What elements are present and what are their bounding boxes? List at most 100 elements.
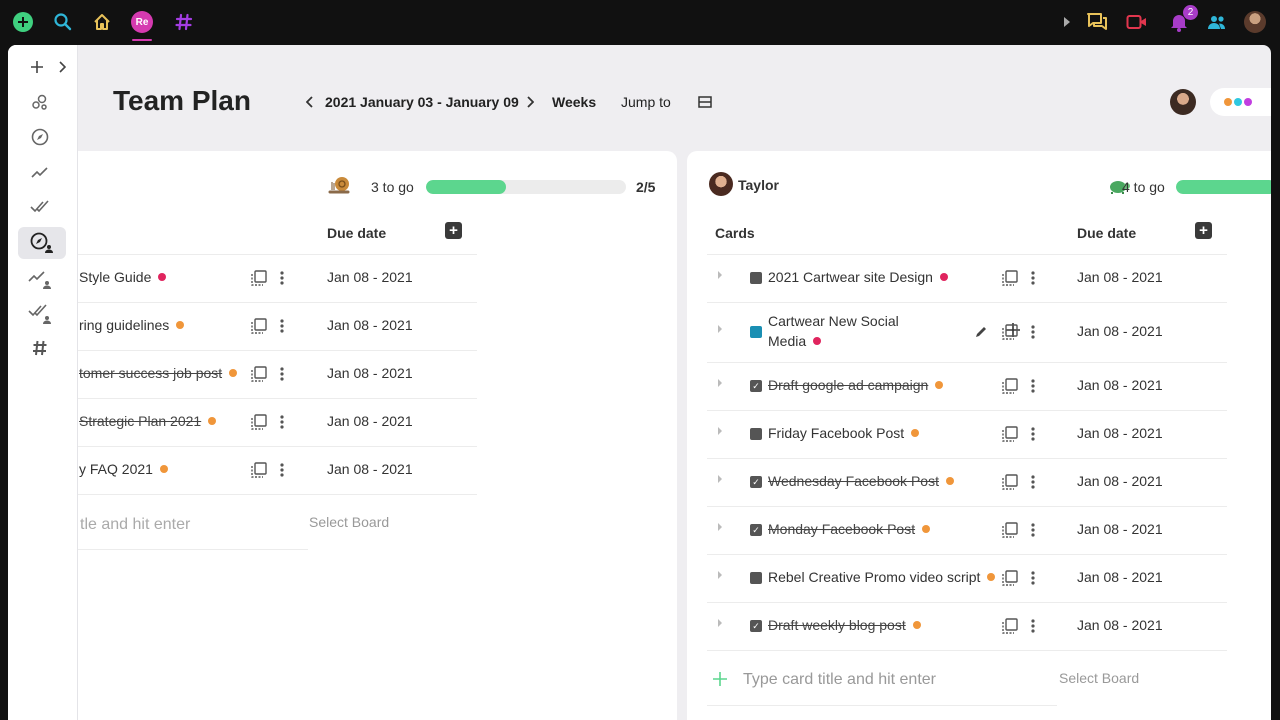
checkbox[interactable] — [750, 572, 762, 584]
select-board-dropdown[interactable]: Select Board — [1059, 670, 1139, 686]
expand-caret-icon[interactable] — [717, 571, 723, 579]
subtasks-icon[interactable] — [250, 365, 268, 383]
due-date[interactable]: Jan 08 - 2021 — [1077, 425, 1163, 441]
table-row[interactable]: Style Guide Jan 08 - 2021 — [58, 255, 477, 303]
add-card-icon[interactable] — [712, 671, 728, 692]
bell-icon[interactable]: 2 — [1166, 5, 1198, 35]
caret-right-icon[interactable] — [1060, 9, 1074, 35]
layout-toggle-icon[interactable] — [698, 95, 712, 111]
subtasks-icon[interactable] — [250, 413, 268, 431]
more-icon[interactable] — [280, 271, 284, 285]
card-title[interactable]: Cartwear New Social Media — [768, 311, 918, 351]
card-title[interactable]: Draft weekly blog post — [768, 617, 921, 633]
table-row[interactable]: Cartwear New Social Media Jan 08 - 2021 — [707, 303, 1227, 363]
expand-caret-icon[interactable] — [717, 523, 723, 531]
user-avatar[interactable] — [1242, 9, 1268, 35]
add-circle-icon[interactable] — [10, 9, 36, 35]
card-title[interactable]: ring guidelines — [79, 317, 185, 333]
card-title-input[interactable]: Type card title and hit enter — [743, 671, 936, 689]
more-icon[interactable] — [280, 463, 284, 477]
card-title[interactable]: Friday Facebook Post — [768, 425, 920, 441]
expand-caret-icon[interactable] — [717, 619, 723, 627]
video-icon[interactable] — [1124, 9, 1150, 35]
view-selector[interactable]: Weeks — [552, 94, 596, 110]
card-title-input[interactable]: tle and hit enter — [80, 516, 190, 534]
double-check-user-icon[interactable] — [22, 300, 58, 328]
more-icon[interactable] — [280, 415, 284, 429]
add-column-button[interactable]: + — [1195, 222, 1212, 239]
card-title[interactable]: Monday Facebook Post — [768, 521, 931, 537]
due-date[interactable]: Jan 08 - 2021 — [327, 317, 413, 333]
chevron-right-icon[interactable] — [50, 53, 74, 81]
checkbox[interactable] — [750, 428, 762, 440]
subtasks-icon[interactable] — [1001, 377, 1019, 395]
due-date[interactable]: Jan 08 - 2021 — [1077, 521, 1163, 537]
checked-checkbox[interactable]: ✓ — [750, 476, 762, 488]
subtasks-icon[interactable] — [1001, 569, 1019, 587]
table-row[interactable]: ✓ Draft weekly blog post Jan 08 - 2021 — [707, 603, 1227, 651]
add-column-button[interactable]: + — [445, 222, 462, 239]
checkbox[interactable] — [750, 272, 762, 284]
checkbox[interactable] — [750, 326, 762, 338]
table-row[interactable]: tomer success job post Jan 08 - 2021 — [58, 351, 477, 399]
more-icon[interactable] — [1031, 379, 1035, 393]
subtasks-icon[interactable] — [1001, 473, 1019, 491]
bubbles-icon[interactable] — [22, 88, 58, 116]
card-title[interactable]: tomer success job post — [79, 365, 238, 381]
more-icon[interactable] — [1031, 571, 1035, 585]
hashtag-icon[interactable] — [22, 334, 58, 362]
plus-icon[interactable] — [24, 53, 50, 81]
subtasks-icon[interactable] — [1001, 617, 1019, 635]
subtasks-icon[interactable] — [250, 269, 268, 287]
table-row[interactable]: Rebel Creative Promo video script Jan 08 … — [707, 555, 1227, 603]
table-row[interactable]: Strategic Plan 2021 Jan 08 - 2021 — [58, 399, 477, 447]
hashtag-icon[interactable] — [171, 9, 197, 35]
people-icon[interactable] — [1204, 9, 1230, 35]
select-board-dropdown[interactable]: Select Board — [309, 514, 389, 530]
due-date[interactable]: Jan 08 - 2021 — [327, 413, 413, 429]
due-date[interactable]: Jan 08 - 2021 — [327, 461, 413, 477]
due-date[interactable]: Jan 08 - 2021 — [1077, 323, 1163, 339]
more-icon[interactable] — [1031, 475, 1035, 489]
trend-icon[interactable] — [22, 158, 58, 186]
expand-caret-icon[interactable] — [717, 475, 723, 483]
subtasks-icon[interactable] — [1001, 425, 1019, 443]
prev-week-icon[interactable] — [305, 95, 314, 111]
table-row[interactable]: ✓ Draft google ad campaign Jan 08 - 2021 — [707, 363, 1227, 411]
expand-caret-icon[interactable] — [717, 271, 723, 279]
card-title[interactable]: Wednesday Facebook Post — [768, 473, 954, 489]
table-row[interactable]: 2021 Cartwear site Design Jan 08 - 2021 — [707, 255, 1227, 303]
expand-caret-icon[interactable] — [717, 325, 723, 333]
due-date[interactable]: Jan 08 - 2021 — [327, 269, 413, 285]
checked-checkbox[interactable]: ✓ — [750, 380, 762, 392]
more-icon[interactable] — [280, 319, 284, 333]
next-week-icon[interactable] — [526, 95, 535, 111]
due-date[interactable]: Jan 08 - 2021 — [327, 365, 413, 381]
subtasks-icon[interactable] — [1001, 323, 1019, 341]
more-icon[interactable] — [1031, 619, 1035, 633]
more-icon[interactable] — [1031, 427, 1035, 441]
card-title[interactable]: 2021 Cartwear site Design — [768, 269, 948, 285]
card-title[interactable]: Style Guide — [79, 269, 167, 285]
table-row[interactable]: ✓ Wednesday Facebook Post Jan 08 - 2021 — [707, 459, 1227, 507]
table-row[interactable]: Friday Facebook Post Jan 08 - 2021 — [707, 411, 1227, 459]
edit-icon[interactable] — [975, 325, 987, 343]
due-date[interactable]: Jan 08 - 2021 — [1077, 473, 1163, 489]
chat-icon[interactable] — [1084, 9, 1110, 35]
double-check-icon[interactable] — [22, 193, 58, 221]
home-icon[interactable] — [89, 9, 115, 35]
expand-caret-icon[interactable] — [717, 379, 723, 387]
expand-caret-icon[interactable] — [717, 427, 723, 435]
due-date[interactable]: Jan 08 - 2021 — [1077, 617, 1163, 633]
table-row[interactable]: ✓ Monday Facebook Post Jan 08 - 2021 — [707, 507, 1227, 555]
more-icon[interactable] — [1031, 523, 1035, 537]
card-title[interactable]: Rebel Creative Promo video script — [768, 569, 996, 585]
avatar[interactable] — [1170, 89, 1196, 115]
jump-to-button[interactable]: Jump to — [621, 94, 671, 110]
card-title[interactable]: Draft google ad campaign — [768, 377, 944, 393]
card-title[interactable]: y FAQ 2021 — [79, 461, 168, 477]
more-icon[interactable] — [280, 367, 284, 381]
subtasks-icon[interactable] — [250, 317, 268, 335]
status-dots[interactable] — [1210, 88, 1271, 116]
date-range[interactable]: 2021 January 03 - January 09 — [325, 94, 519, 110]
